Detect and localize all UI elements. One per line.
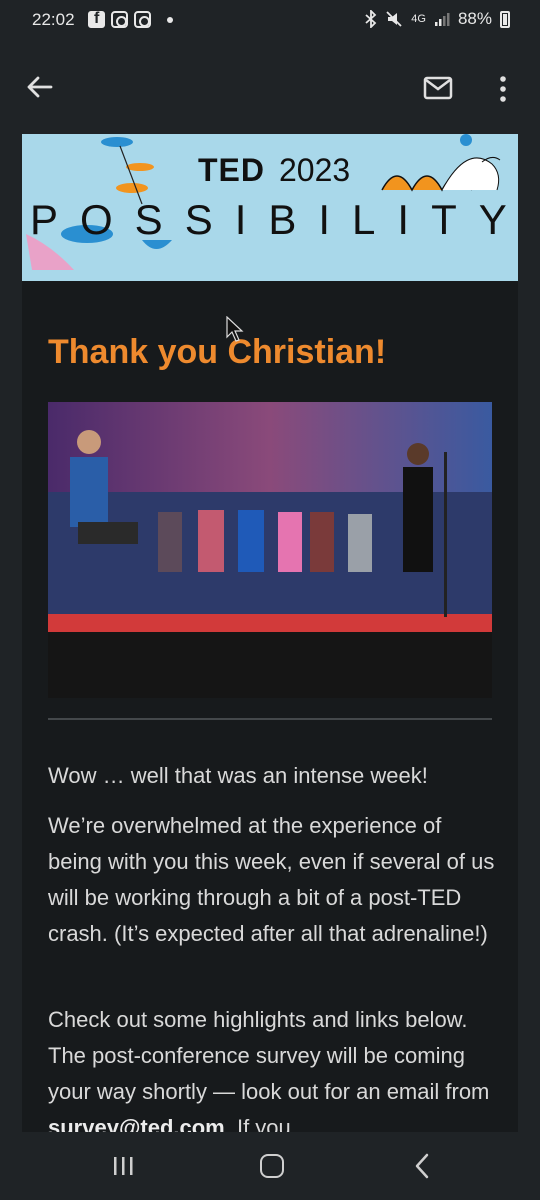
ted-logo: TED [198, 152, 265, 188]
email-title: Thank you Christian! [48, 333, 387, 371]
mouse-cursor-icon [226, 316, 244, 342]
more-vert-icon[interactable] [496, 74, 510, 104]
mail-icon[interactable] [423, 76, 453, 100]
notification-icons [88, 10, 173, 28]
paragraph-highlights: Check out some highlights and links belo… [48, 1002, 498, 1146]
back-arrow-icon[interactable] [24, 72, 54, 102]
highlights-text: Check out some highlights and links belo… [48, 1007, 490, 1104]
status-indicators: 4G 88% [365, 9, 510, 29]
app-bar [0, 40, 540, 134]
home-icon[interactable] [260, 1154, 284, 1178]
mute-icon [386, 11, 402, 27]
battery-percent: 88% [457, 9, 492, 28]
network-type: 4G [411, 13, 426, 25]
signal-icon [434, 13, 450, 26]
divider [48, 718, 492, 720]
recents-icon[interactable] [112, 1156, 134, 1176]
facebook-icon [88, 10, 105, 28]
battery-icon [500, 10, 510, 28]
nav-back-icon[interactable] [414, 1152, 430, 1180]
paragraph-overwhelmed: We’re overwhelmed at the experience of b… [48, 813, 495, 946]
banner-year: 2023 [279, 152, 351, 188]
status-bar: 22:02 4G 88% [0, 0, 540, 40]
ted-banner[interactable]: TED 2023 POSSIBILITY [22, 134, 518, 281]
instagram-icon [134, 11, 151, 28]
bluetooth-icon [365, 10, 377, 28]
instagram-icon [111, 11, 128, 28]
system-nav-bar [0, 1132, 540, 1200]
banner-theme: POSSIBILITY [30, 196, 518, 243]
status-time: 22:02 [32, 10, 75, 29]
paragraph-intro: Wow … well that was an intense week! [48, 763, 428, 788]
more-notifications-dot-icon [167, 16, 173, 23]
event-photo[interactable] [48, 402, 492, 698]
